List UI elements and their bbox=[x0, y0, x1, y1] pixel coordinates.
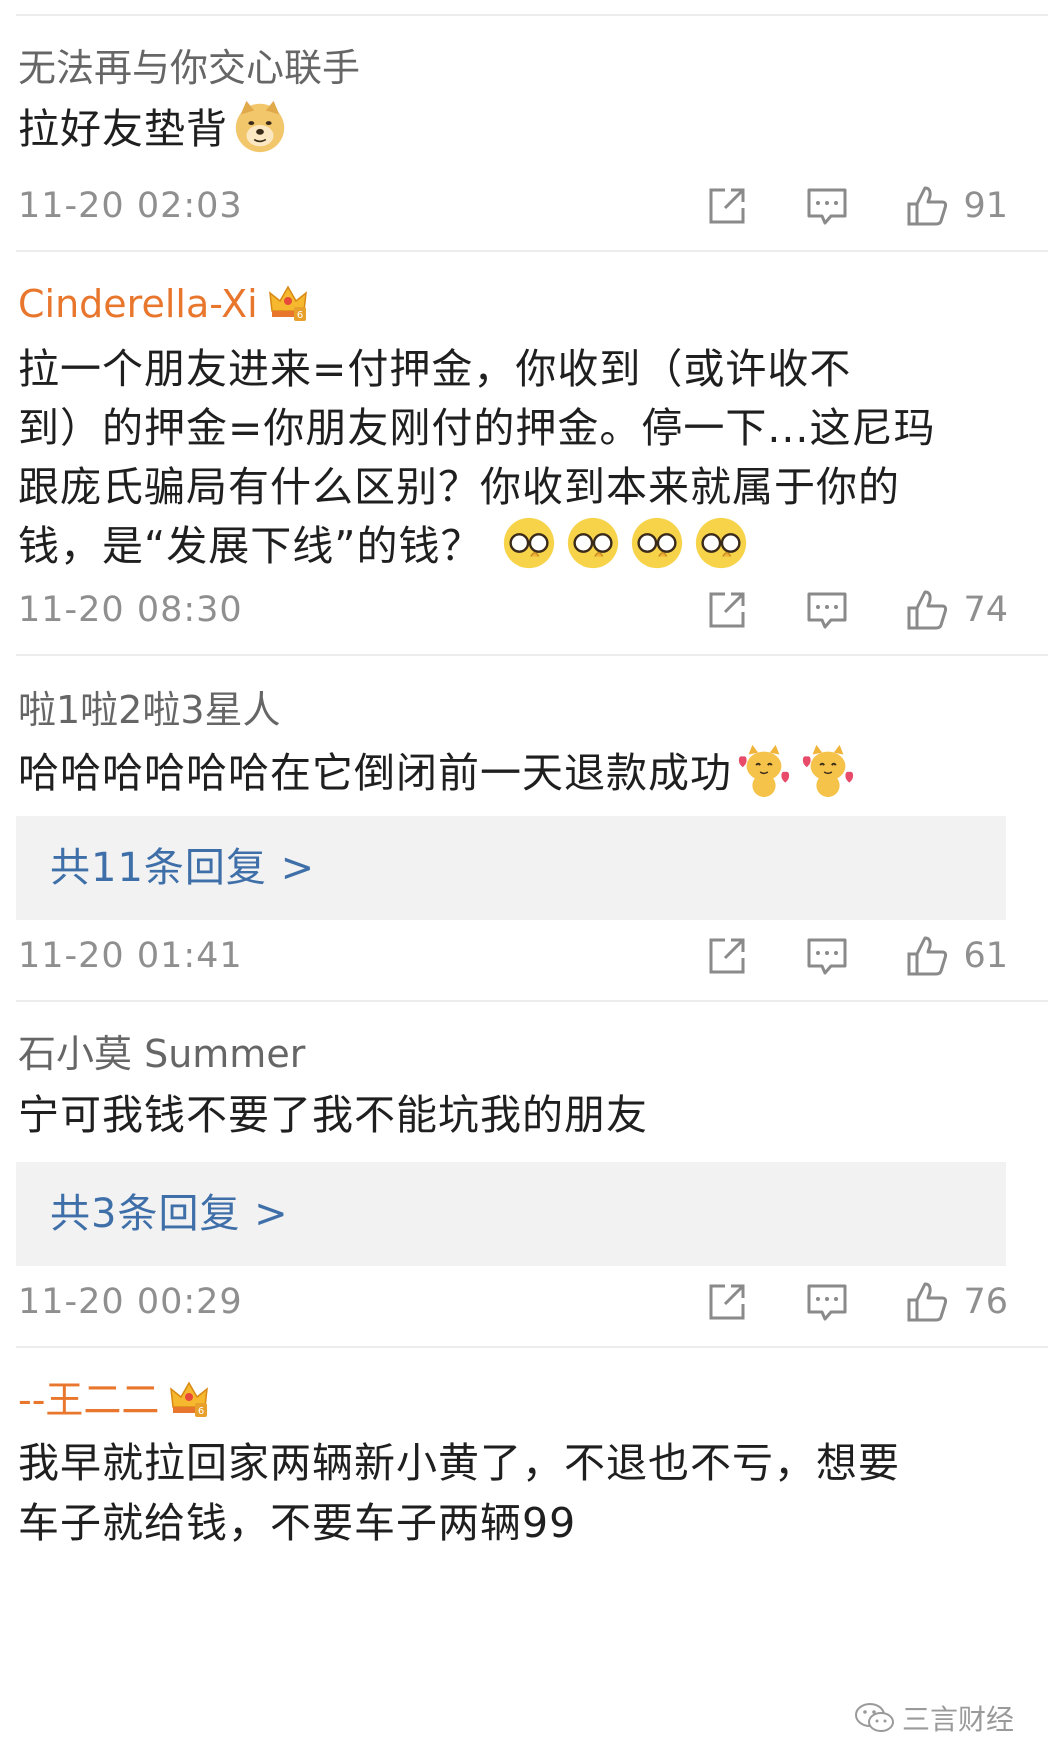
crown-badge-icon: 6 bbox=[167, 1377, 211, 1421]
comment-icon[interactable] bbox=[805, 934, 849, 978]
comment-text: 哈哈哈哈哈哈在它倒闭前一天退款成功 bbox=[18, 740, 1018, 807]
reply-summary-box[interactable]: 共11条回复 > bbox=[16, 816, 1006, 920]
view-replies-link[interactable]: 共11条回复 > bbox=[50, 844, 315, 892]
comment-text-line: 到）的押金=你朋友刚付的押金。停一下...这尼玛 bbox=[18, 404, 936, 452]
comment-text-line: 跟庞氏骗局有什么区别？你收到本来就属于你的 bbox=[18, 463, 900, 511]
comment-text-row: 钱，是“发展下线”的钱？ bbox=[18, 513, 1018, 572]
comment-actions: 91 bbox=[705, 182, 1008, 230]
heart-cat-emoji bbox=[799, 741, 857, 799]
like-count: 61 bbox=[963, 936, 1008, 976]
view-replies-link[interactable]: 共3条回复 > bbox=[50, 1190, 289, 1238]
comment-text: 宁可我钱不要了我不能坑我的朋友 bbox=[18, 1082, 1018, 1149]
doge-emoji bbox=[231, 97, 289, 155]
comment-text-line: 我早就拉回家两辆新小黄了，不退也不亏，想要 bbox=[18, 1439, 900, 1487]
glasses-emoji bbox=[692, 514, 750, 572]
thumbs-up-icon[interactable] bbox=[905, 934, 949, 978]
comment-username[interactable]: 啦1啦2啦3星人 bbox=[18, 686, 281, 734]
comment-text-line: 哈哈哈哈哈哈在它倒闭前一天退款成功 bbox=[18, 749, 732, 797]
comment-time: 11-20 08:30 bbox=[18, 590, 243, 630]
comment-username[interactable]: Cinderella-Xi 6 bbox=[18, 280, 310, 328]
comment-actions: 61 bbox=[705, 932, 1008, 980]
comment-text-line: 拉好友垫背 bbox=[18, 105, 228, 153]
comment-divider bbox=[16, 250, 1048, 252]
glasses-emoji bbox=[500, 514, 558, 572]
comment-divider bbox=[16, 1346, 1048, 1348]
comment-username[interactable]: 无法再与你交心联手 bbox=[18, 44, 360, 92]
watermark: 三言财经 bbox=[854, 1698, 1014, 1738]
comment-username-text: --王二二 bbox=[18, 1378, 160, 1422]
comment-text: 我早就拉回家两辆新小黄了，不退也不亏，想要 车子就给钱，不要车子两辆99 bbox=[18, 1430, 1018, 1550]
comment-divider bbox=[16, 1000, 1048, 1002]
share-icon[interactable] bbox=[705, 1280, 749, 1324]
svg-text:6: 6 bbox=[198, 1406, 204, 1417]
comment-divider bbox=[16, 654, 1048, 656]
share-icon[interactable] bbox=[705, 184, 749, 228]
heart-cat-emoji bbox=[735, 741, 793, 799]
comment-text: 拉一个朋友进来=付押金，你收到（或许收不 到）的押金=你朋友刚付的押金。停一下.… bbox=[18, 336, 1018, 572]
thumbs-up-icon[interactable] bbox=[905, 588, 949, 632]
like-count: 91 bbox=[963, 186, 1008, 226]
comment-icon[interactable] bbox=[805, 1280, 849, 1324]
watermark-text: 三言财经 bbox=[901, 1703, 1014, 1736]
comment-username[interactable]: 石小莫 Summer bbox=[18, 1030, 305, 1078]
comment-username-text: Cinderella-Xi bbox=[18, 282, 258, 326]
svg-text:6: 6 bbox=[296, 310, 302, 321]
share-icon[interactable] bbox=[705, 588, 749, 632]
share-icon[interactable] bbox=[705, 934, 749, 978]
comment-time: 11-20 01:41 bbox=[18, 936, 243, 976]
comment-text-line: 钱，是“发展下线”的钱？ bbox=[18, 522, 483, 570]
top-divider bbox=[16, 14, 1048, 16]
like-count: 76 bbox=[963, 1282, 1008, 1322]
comment-username[interactable]: --王二二 6 bbox=[18, 1376, 211, 1424]
comment-time: 11-20 02:03 bbox=[18, 186, 243, 226]
comment-icon[interactable] bbox=[805, 588, 849, 632]
comment-actions: 74 bbox=[705, 586, 1008, 634]
glasses-emoji bbox=[628, 514, 686, 572]
comment-text-line: 车子就给钱，不要车子两辆99 bbox=[18, 1499, 577, 1547]
comment-actions: 76 bbox=[705, 1278, 1008, 1326]
comment-time: 11-20 00:29 bbox=[18, 1282, 243, 1322]
comment-icon[interactable] bbox=[805, 184, 849, 228]
crown-badge-icon: 6 bbox=[266, 281, 310, 325]
thumbs-up-icon[interactable] bbox=[905, 184, 949, 228]
comment-text: 拉好友垫背 bbox=[18, 96, 1018, 163]
like-count: 74 bbox=[963, 590, 1008, 630]
thumbs-up-icon[interactable] bbox=[905, 1280, 949, 1324]
reply-summary-box[interactable]: 共3条回复 > bbox=[16, 1162, 1006, 1266]
comment-text-line: 拉一个朋友进来=付押金，你收到（或许收不 bbox=[18, 345, 852, 393]
wechat-icon bbox=[854, 1703, 894, 1732]
glasses-emoji bbox=[564, 514, 622, 572]
comment-text-line: 宁可我钱不要了我不能坑我的朋友 bbox=[18, 1091, 648, 1139]
